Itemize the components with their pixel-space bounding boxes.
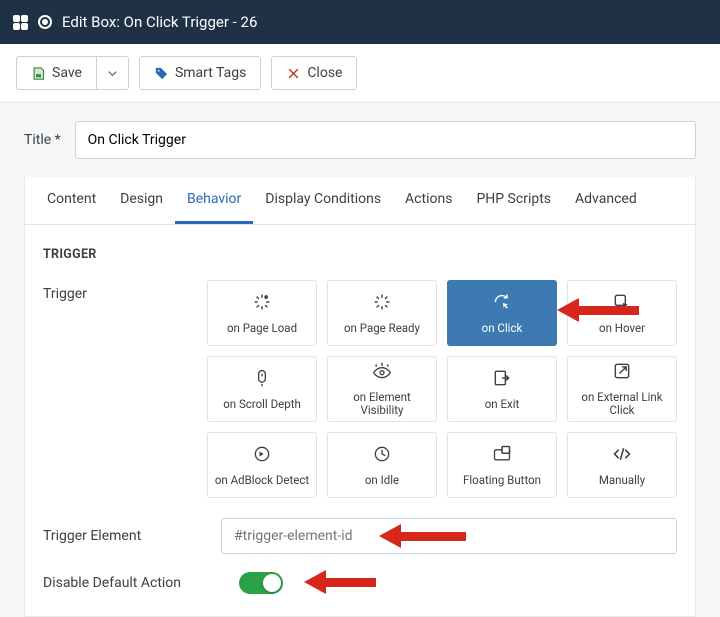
click-icon <box>492 292 512 316</box>
tab-display-conditions[interactable]: Display Conditions <box>253 177 393 224</box>
trigger-option-click[interactable]: on Click <box>447 280 557 346</box>
toolbar: Save Smart Tags Close <box>0 44 720 103</box>
trigger-option-label: on Idle <box>365 474 399 487</box>
hover-icon <box>612 292 632 316</box>
trigger-element-label: Trigger Element <box>43 528 221 544</box>
smart-tags-label: Smart Tags <box>175 65 246 81</box>
disable-default-field <box>239 572 677 594</box>
trigger-option-page-ready[interactable]: on Page Ready <box>327 280 437 346</box>
trigger-option-label: on Exit <box>485 398 520 411</box>
page-title: Edit Box: On Click Trigger - 26 <box>62 13 257 31</box>
tab-design[interactable]: Design <box>108 177 175 224</box>
trigger-element-input[interactable] <box>221 518 677 554</box>
element-visibility-icon <box>372 361 392 385</box>
trigger-element-field <box>221 518 677 554</box>
tabs: ContentDesignBehaviorDisplay ConditionsA… <box>25 177 695 225</box>
section-trigger: Trigger Trigger on Page Load on Page Read… <box>25 225 695 616</box>
section-heading: Trigger <box>43 247 677 262</box>
trigger-option-label: on External Link Click <box>572 391 672 416</box>
idle-icon <box>372 444 392 468</box>
page-ready-icon <box>372 292 392 316</box>
title-label: Title * <box>24 132 61 148</box>
trigger-option-scroll-depth[interactable]: on Scroll Depth <box>207 356 317 422</box>
save-button-group: Save <box>16 56 129 90</box>
annotation-arrow-icon <box>304 570 376 594</box>
floating-button-icon <box>492 444 512 468</box>
title-row: Title * <box>0 103 720 177</box>
record-icon <box>38 15 52 29</box>
trigger-option-label: on Hover <box>599 322 645 335</box>
disable-default-row: Disable Default Action <box>43 572 677 594</box>
top-bar: Edit Box: On Click Trigger - 26 <box>0 0 720 44</box>
trigger-option-label: on Page Ready <box>344 322 420 335</box>
trigger-option-external-link-click[interactable]: on External Link Click <box>567 356 677 422</box>
scroll-depth-icon <box>252 368 272 392</box>
tab-actions[interactable]: Actions <box>393 177 464 224</box>
trigger-option-floating-button[interactable]: Floating Button <box>447 432 557 498</box>
chevron-down-icon <box>105 66 120 81</box>
disable-default-toggle[interactable] <box>239 572 283 594</box>
trigger-options-grid: on Page Load on Page Ready on Click on Hove… <box>207 280 677 498</box>
trigger-option-element-visibility[interactable]: on Element Visibility <box>327 356 437 422</box>
trigger-option-manually[interactable]: Manually <box>567 432 677 498</box>
save-button[interactable]: Save <box>16 56 97 90</box>
trigger-label: Trigger <box>43 280 207 302</box>
tab-content[interactable]: Content <box>35 177 108 224</box>
trigger-option-page-load[interactable]: on Page Load <box>207 280 317 346</box>
external-link-click-icon <box>612 361 632 385</box>
page-load-icon <box>252 292 272 316</box>
close-label: Close <box>307 65 342 81</box>
manually-icon <box>612 444 632 468</box>
close-button[interactable]: Close <box>271 56 357 90</box>
save-label: Save <box>52 65 82 81</box>
main-panel: ContentDesignBehaviorDisplay ConditionsA… <box>24 177 696 617</box>
trigger-row: Trigger on Page Load on Page Ready on Clic… <box>43 280 677 498</box>
trigger-option-label: on Scroll Depth <box>223 398 301 411</box>
title-input[interactable] <box>75 121 696 159</box>
smart-tags-button[interactable]: Smart Tags <box>139 56 261 90</box>
trigger-option-label: on AdBlock Detect <box>215 474 309 487</box>
trigger-option-label: Manually <box>599 474 645 487</box>
tab-advanced[interactable]: Advanced <box>563 177 649 224</box>
tab-php-scripts[interactable]: PHP Scripts <box>464 177 563 224</box>
trigger-option-label: Floating Button <box>463 474 541 487</box>
save-dropdown[interactable] <box>97 56 129 90</box>
trigger-option-exit[interactable]: on Exit <box>447 356 557 422</box>
tab-behavior[interactable]: Behavior <box>175 177 253 224</box>
trigger-option-label: on Page Load <box>227 322 297 335</box>
trigger-option-label: on Element Visibility <box>332 391 432 416</box>
trigger-option-label: on Click <box>482 322 523 335</box>
close-icon <box>286 66 301 81</box>
trigger-option-adblock-detect[interactable]: on AdBlock Detect <box>207 432 317 498</box>
save-icon <box>31 66 46 81</box>
adblock-detect-icon <box>252 444 272 468</box>
exit-icon <box>492 368 512 392</box>
tag-icon <box>154 66 169 81</box>
disable-default-label: Disable Default Action <box>43 575 239 591</box>
trigger-option-idle[interactable]: on Idle <box>327 432 437 498</box>
trigger-option-hover[interactable]: on Hover <box>567 280 677 346</box>
trigger-element-row: Trigger Element <box>43 518 677 554</box>
trigger-field: on Page Load on Page Ready on Click on Hove… <box>207 280 677 498</box>
joomla-logo-icon <box>12 14 28 30</box>
